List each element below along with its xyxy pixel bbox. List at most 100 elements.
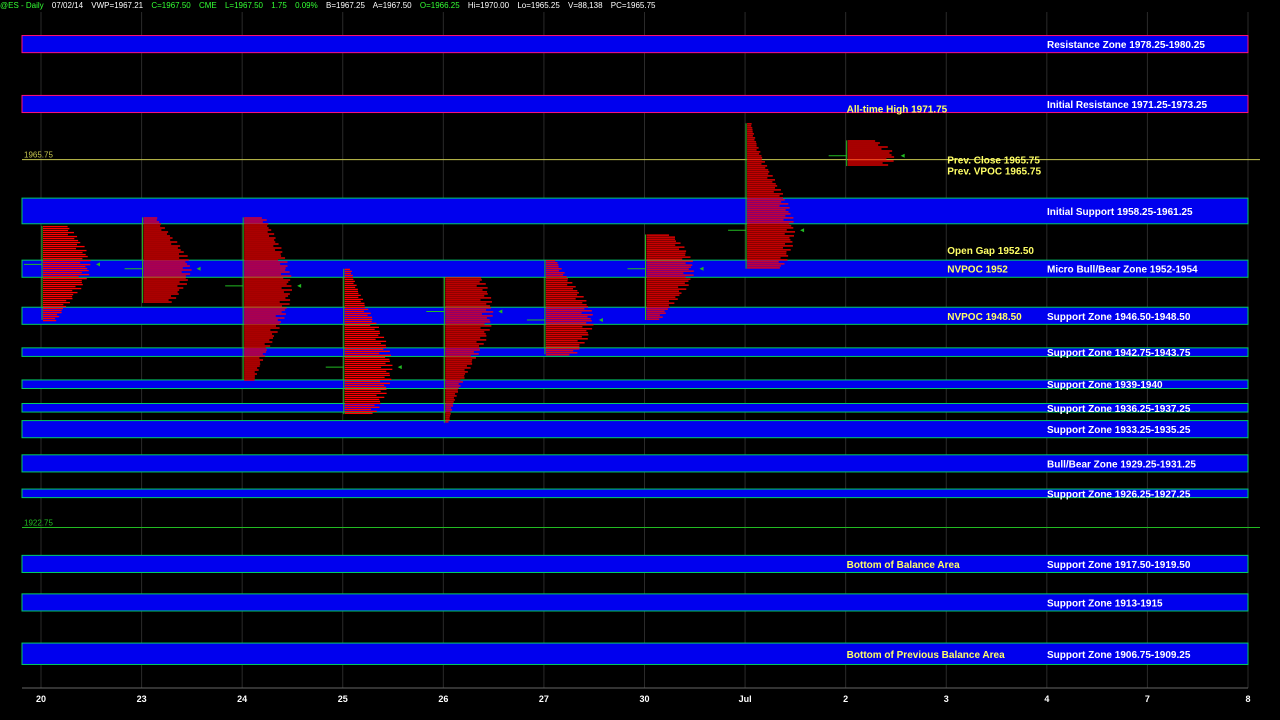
- profile-bar: [747, 225, 792, 227]
- profile-bar: [445, 401, 454, 403]
- profile-bar: [244, 239, 275, 241]
- profile-bar: [244, 227, 269, 229]
- profile-bar: [646, 264, 693, 266]
- profile-bar: [244, 329, 271, 331]
- x-tick-label: 20: [36, 694, 46, 704]
- zone-label: Support Zone 1946.50-1948.50: [1047, 312, 1191, 323]
- zone-label: Support Zone 1942.75-1943.75: [1047, 348, 1191, 359]
- profile-bar: [143, 243, 172, 245]
- profile-bar: [43, 273, 90, 276]
- profile-bar: [445, 413, 451, 415]
- profile-bar: [43, 249, 87, 252]
- profile-bar: [344, 412, 373, 415]
- profile-bar: [143, 271, 182, 273]
- profile-bar: [43, 267, 88, 270]
- profile-bar: [244, 275, 292, 277]
- annotation-label: NVPOC 1948.50: [947, 312, 1022, 323]
- profile-bar: [244, 313, 286, 315]
- profile-bar: [445, 285, 477, 287]
- profile-bar: [344, 288, 358, 291]
- profile-bar: [143, 227, 165, 229]
- profile-bar: [646, 252, 686, 254]
- profile-bar: [244, 247, 282, 249]
- profile-bar: [646, 316, 663, 318]
- profile-bar: [43, 257, 83, 260]
- profile-bar: [344, 312, 371, 315]
- profile-bar: [43, 233, 68, 236]
- profile-bar: [43, 295, 73, 298]
- profile-bar: [445, 339, 487, 341]
- profile-poc-arrow: [900, 153, 905, 158]
- volume-profile-chart[interactable]: Resistance Zone 1978.25-1980.25 Initial R…: [0, 0, 1280, 720]
- profile-bar: [747, 157, 763, 159]
- profile-bar: [344, 348, 384, 351]
- profile-bar: [545, 324, 594, 326]
- profile-bar: [646, 258, 683, 260]
- profile-bar: [244, 351, 267, 353]
- profile-bar: [344, 372, 390, 375]
- profile-bar: [646, 242, 681, 244]
- profile-bar: [545, 282, 573, 284]
- profile-bar: [747, 155, 762, 157]
- profile-bar: [344, 366, 382, 369]
- profile-bar: [747, 177, 768, 179]
- profile-bar: [545, 334, 589, 336]
- profile-bar: [344, 386, 387, 389]
- profile-bar: [244, 217, 262, 219]
- annotation-label: Bottom of Balance Area: [847, 560, 960, 571]
- profile-bar: [545, 266, 559, 268]
- profile-bar: [445, 381, 463, 383]
- profile-bar: [43, 251, 83, 254]
- zone-label: Support Zone 1926.25-1927.25: [1047, 489, 1191, 500]
- profile-bar: [344, 322, 377, 325]
- profile-bar: [646, 274, 694, 276]
- profile-bar: [244, 307, 287, 309]
- profile-bar: [847, 162, 883, 164]
- profile-bar: [646, 278, 691, 280]
- profile-bar: [445, 405, 454, 407]
- profile-bar: [747, 197, 783, 199]
- profile-bar: [143, 279, 188, 281]
- profile-bar: [244, 259, 279, 261]
- profile-bar: [244, 363, 261, 365]
- profile-bar: [445, 419, 450, 421]
- profile-bar: [344, 376, 385, 379]
- profile-bar: [747, 149, 757, 151]
- profile-bar: [646, 270, 694, 272]
- profile-bar: [445, 367, 471, 369]
- profile-bar: [445, 305, 491, 307]
- profile-bar: [344, 374, 390, 377]
- profile-bar: [747, 203, 789, 205]
- profile-bar: [445, 375, 465, 377]
- profile-bar: [344, 360, 390, 363]
- profile-bar: [244, 219, 267, 221]
- profile-bar: [445, 403, 453, 405]
- profile-bar: [244, 221, 263, 223]
- profile-bar: [646, 250, 687, 252]
- profile-bar: [747, 179, 776, 181]
- profile-bar: [445, 349, 480, 351]
- profile-bar: [244, 267, 286, 269]
- profile-bar: [747, 229, 787, 231]
- profile-bar: [43, 309, 62, 312]
- zone-label: Support Zone 1917.50-1919.50: [1047, 560, 1191, 571]
- profile-bar: [43, 231, 74, 234]
- profile-bar: [344, 336, 385, 339]
- profile-bar: [545, 304, 587, 306]
- profile-bar: [244, 373, 257, 375]
- profile-bar: [545, 306, 589, 308]
- profile-bar: [445, 337, 481, 339]
- profile-bar: [244, 277, 284, 279]
- profile-bar: [747, 253, 787, 255]
- profile-bar: [445, 291, 488, 293]
- profile-bar: [545, 330, 587, 332]
- profile-bar: [244, 365, 260, 367]
- profile-bar: [646, 318, 660, 320]
- profile-bar: [445, 327, 481, 329]
- profile-bar: [244, 357, 260, 359]
- profile-bar: [445, 281, 480, 283]
- profile-bar: [646, 290, 679, 292]
- profile-bar: [143, 273, 191, 275]
- profile-bar: [747, 171, 770, 173]
- profile-bar: [143, 237, 173, 239]
